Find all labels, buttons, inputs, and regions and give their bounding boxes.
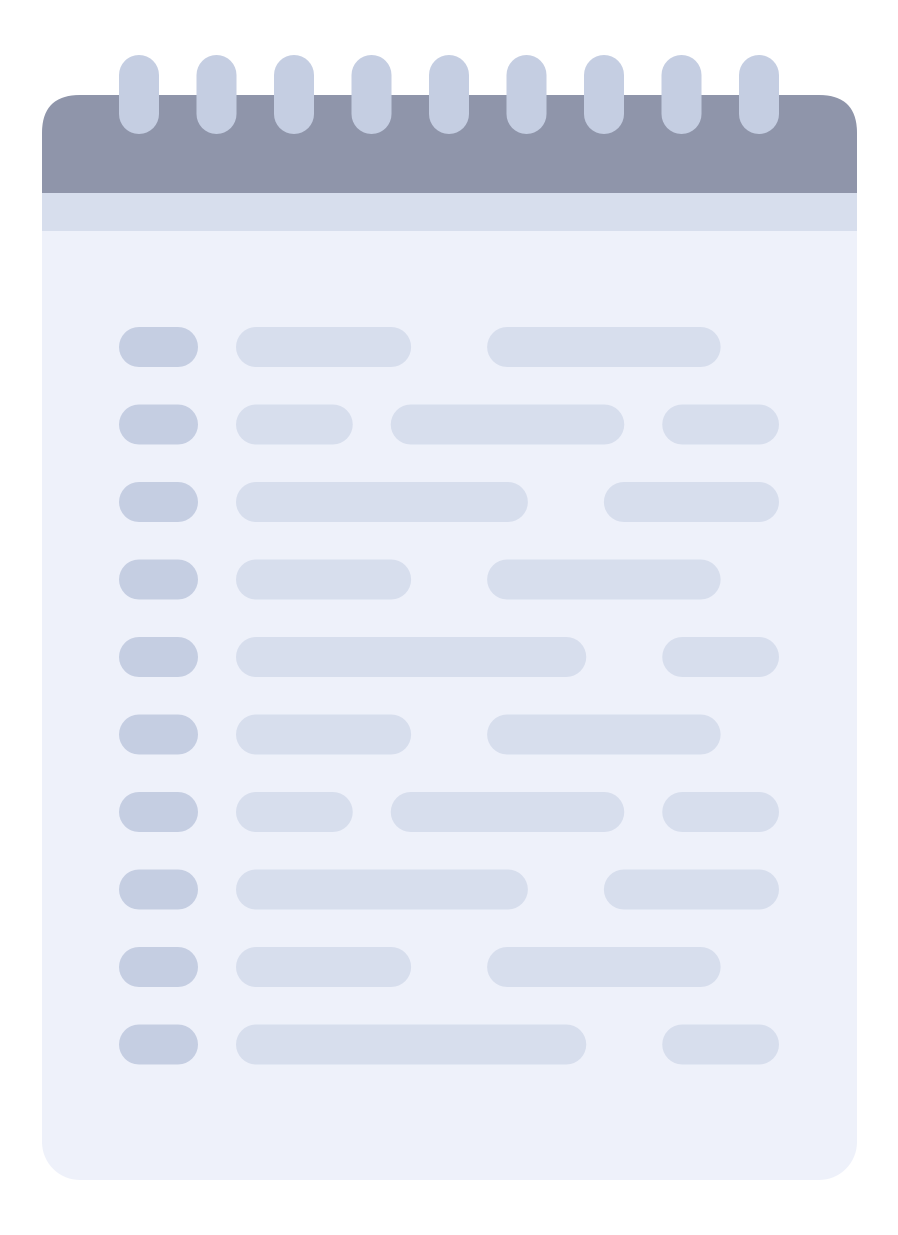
text-line-segment	[236, 869, 528, 910]
bullet-marker	[119, 637, 198, 677]
binding-ring	[661, 55, 702, 134]
binding-ring	[119, 55, 159, 134]
text-line-segment	[236, 792, 353, 832]
binding-ring	[274, 55, 314, 134]
binding-rings	[119, 55, 779, 134]
bullet-marker	[119, 559, 198, 600]
text-line-segment	[662, 792, 779, 832]
text-line-segment	[236, 637, 587, 677]
bullet-marker	[119, 1024, 198, 1065]
text-line-segment	[487, 714, 721, 755]
text-line-segment	[662, 637, 779, 677]
text-line-segment	[487, 327, 721, 367]
text-line-segment	[236, 559, 412, 600]
text-line-segment	[662, 1024, 779, 1065]
text-line-segment	[487, 947, 721, 987]
text-line-segment	[236, 482, 528, 522]
text-line-segment	[487, 559, 721, 600]
binding-ring	[429, 55, 469, 134]
notepad-header-strip	[42, 193, 857, 231]
text-line-segment	[236, 1024, 587, 1065]
text-line-segment	[603, 869, 779, 910]
text-line-segment	[603, 482, 779, 522]
text-line-segment	[236, 327, 412, 367]
bullet-marker	[119, 792, 198, 832]
binding-ring	[584, 55, 624, 134]
binding-ring	[351, 55, 392, 134]
binding-ring	[739, 55, 779, 134]
bullet-marker	[119, 947, 198, 987]
binding-ring	[506, 55, 547, 134]
text-line-segment	[236, 947, 412, 987]
bullet-marker	[119, 327, 198, 367]
text-line-segment	[236, 714, 412, 755]
text-line-segment	[662, 404, 779, 445]
bullet-marker	[119, 482, 198, 522]
binding-ring	[196, 55, 237, 134]
text-line-segment	[390, 404, 625, 445]
text-line-segment	[236, 404, 353, 445]
text-line-segment	[390, 792, 625, 832]
bullet-marker	[119, 714, 198, 755]
notepad-icon	[42, 55, 857, 1180]
bullet-marker	[119, 404, 198, 445]
bullet-marker	[119, 869, 198, 910]
